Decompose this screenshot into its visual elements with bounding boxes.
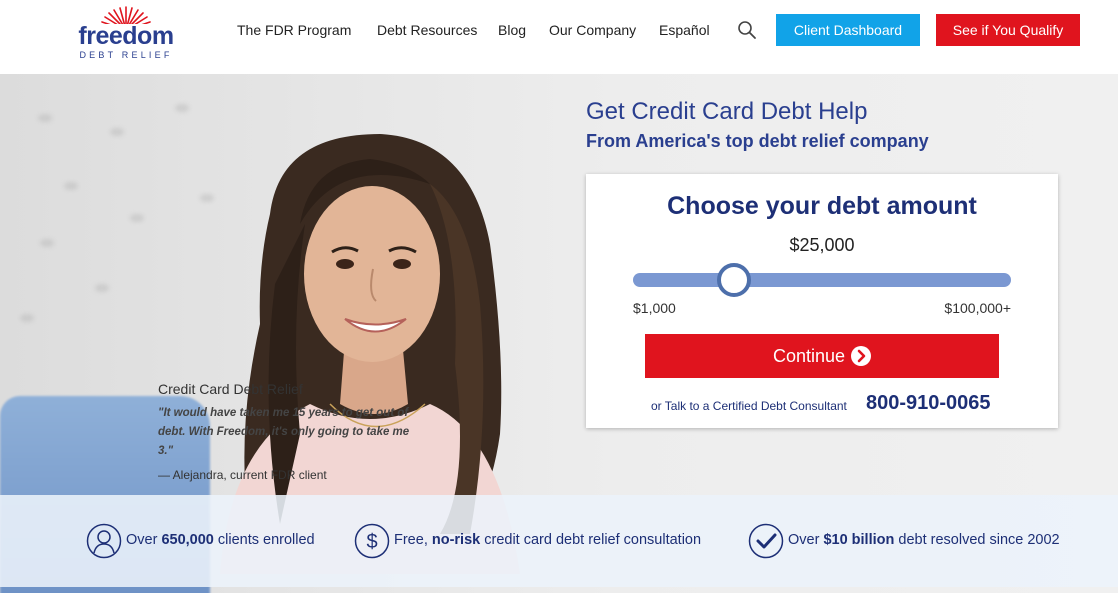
stat-debt-resolved: Over $10 billion debt resolved since 200… [788, 532, 1060, 548]
slider-handle[interactable] [717, 263, 751, 297]
stat-clients-enrolled: Over 650,000 clients enrolled [126, 532, 315, 548]
wall-texture [95, 284, 109, 292]
logo-wordmark: freedom [78, 22, 174, 50]
stat-free-consultation: Free, no-risk credit card debt relief co… [394, 532, 701, 548]
stat-prefix: Over [788, 532, 824, 548]
testimonial-title: Credit Card Debt Relief [158, 381, 303, 397]
testimonial-quote: "It would have taken me 15 years to get … [158, 407, 410, 457]
stat-prefix: Over [126, 532, 162, 548]
stat-highlight: no-risk [431, 532, 481, 548]
debt-amount-slider[interactable] [633, 273, 1011, 287]
wall-texture [40, 239, 54, 247]
site-header: freedom DEBT RELIEF The FDR Program Debt… [0, 0, 1118, 74]
selected-debt-amount: $25,000 [789, 235, 855, 255]
stat-suffix: clients enrolled [213, 532, 315, 548]
testimonial-author: — Alejandra, current FDR client [158, 468, 327, 482]
wall-texture [64, 182, 78, 190]
client-dashboard-button[interactable]: Client Dashboard [776, 14, 920, 46]
stat-highlight: $10 billion [823, 532, 895, 548]
hero-subheadline: From America's top debt relief company [586, 131, 929, 151]
logo-tagline: DEBT RELIEF [79, 50, 173, 60]
talk-to-consultant-link[interactable]: or Talk to a Certified Debt Consultant [651, 399, 847, 413]
wall-texture [20, 314, 34, 322]
continue-label: Continue [772, 345, 846, 366]
continue-button[interactable]: Continue [645, 334, 999, 378]
nav-debt-resources[interactable]: Debt Resources [377, 22, 477, 40]
person-icon [86, 523, 122, 559]
svg-text:$: $ [366, 531, 377, 553]
chevron-right-icon [851, 346, 872, 366]
nav-espanol[interactable]: Español [659, 22, 710, 40]
nav-blog[interactable]: Blog [498, 22, 526, 40]
debt-amount-card: Choose your debt amount $25,000 $1,000 $… [586, 174, 1058, 428]
wall-texture [110, 128, 124, 136]
nav-fdr-program[interactable]: The FDR Program [237, 22, 351, 40]
stat-suffix: debt resolved since 2002 [894, 532, 1060, 548]
slider-max-label: $100,000+ [944, 300, 1011, 316]
search-icon[interactable] [737, 20, 757, 40]
phone-number[interactable]: 800-910-0065 [866, 392, 991, 415]
stat-highlight: 650,000 [161, 532, 214, 548]
card-title: Choose your debt amount [667, 192, 977, 220]
nav-our-company[interactable]: Our Company [549, 22, 636, 40]
slider-min-label: $1,000 [633, 300, 676, 316]
stats-bar: Over 650,000 clients enrolled $ Free, no… [0, 495, 1118, 587]
wall-texture [38, 114, 52, 122]
see-if-qualify-button[interactable]: See if You Qualify [936, 14, 1080, 46]
stat-suffix: credit card debt relief consultation [480, 532, 702, 548]
hero-headline: Get Credit Card Debt Help [586, 98, 868, 125]
stat-prefix: Free, [394, 532, 432, 548]
freedom-logo[interactable]: freedom DEBT RELIEF [76, 4, 176, 62]
checkmark-icon [748, 523, 784, 559]
dollar-icon: $ [354, 523, 390, 559]
